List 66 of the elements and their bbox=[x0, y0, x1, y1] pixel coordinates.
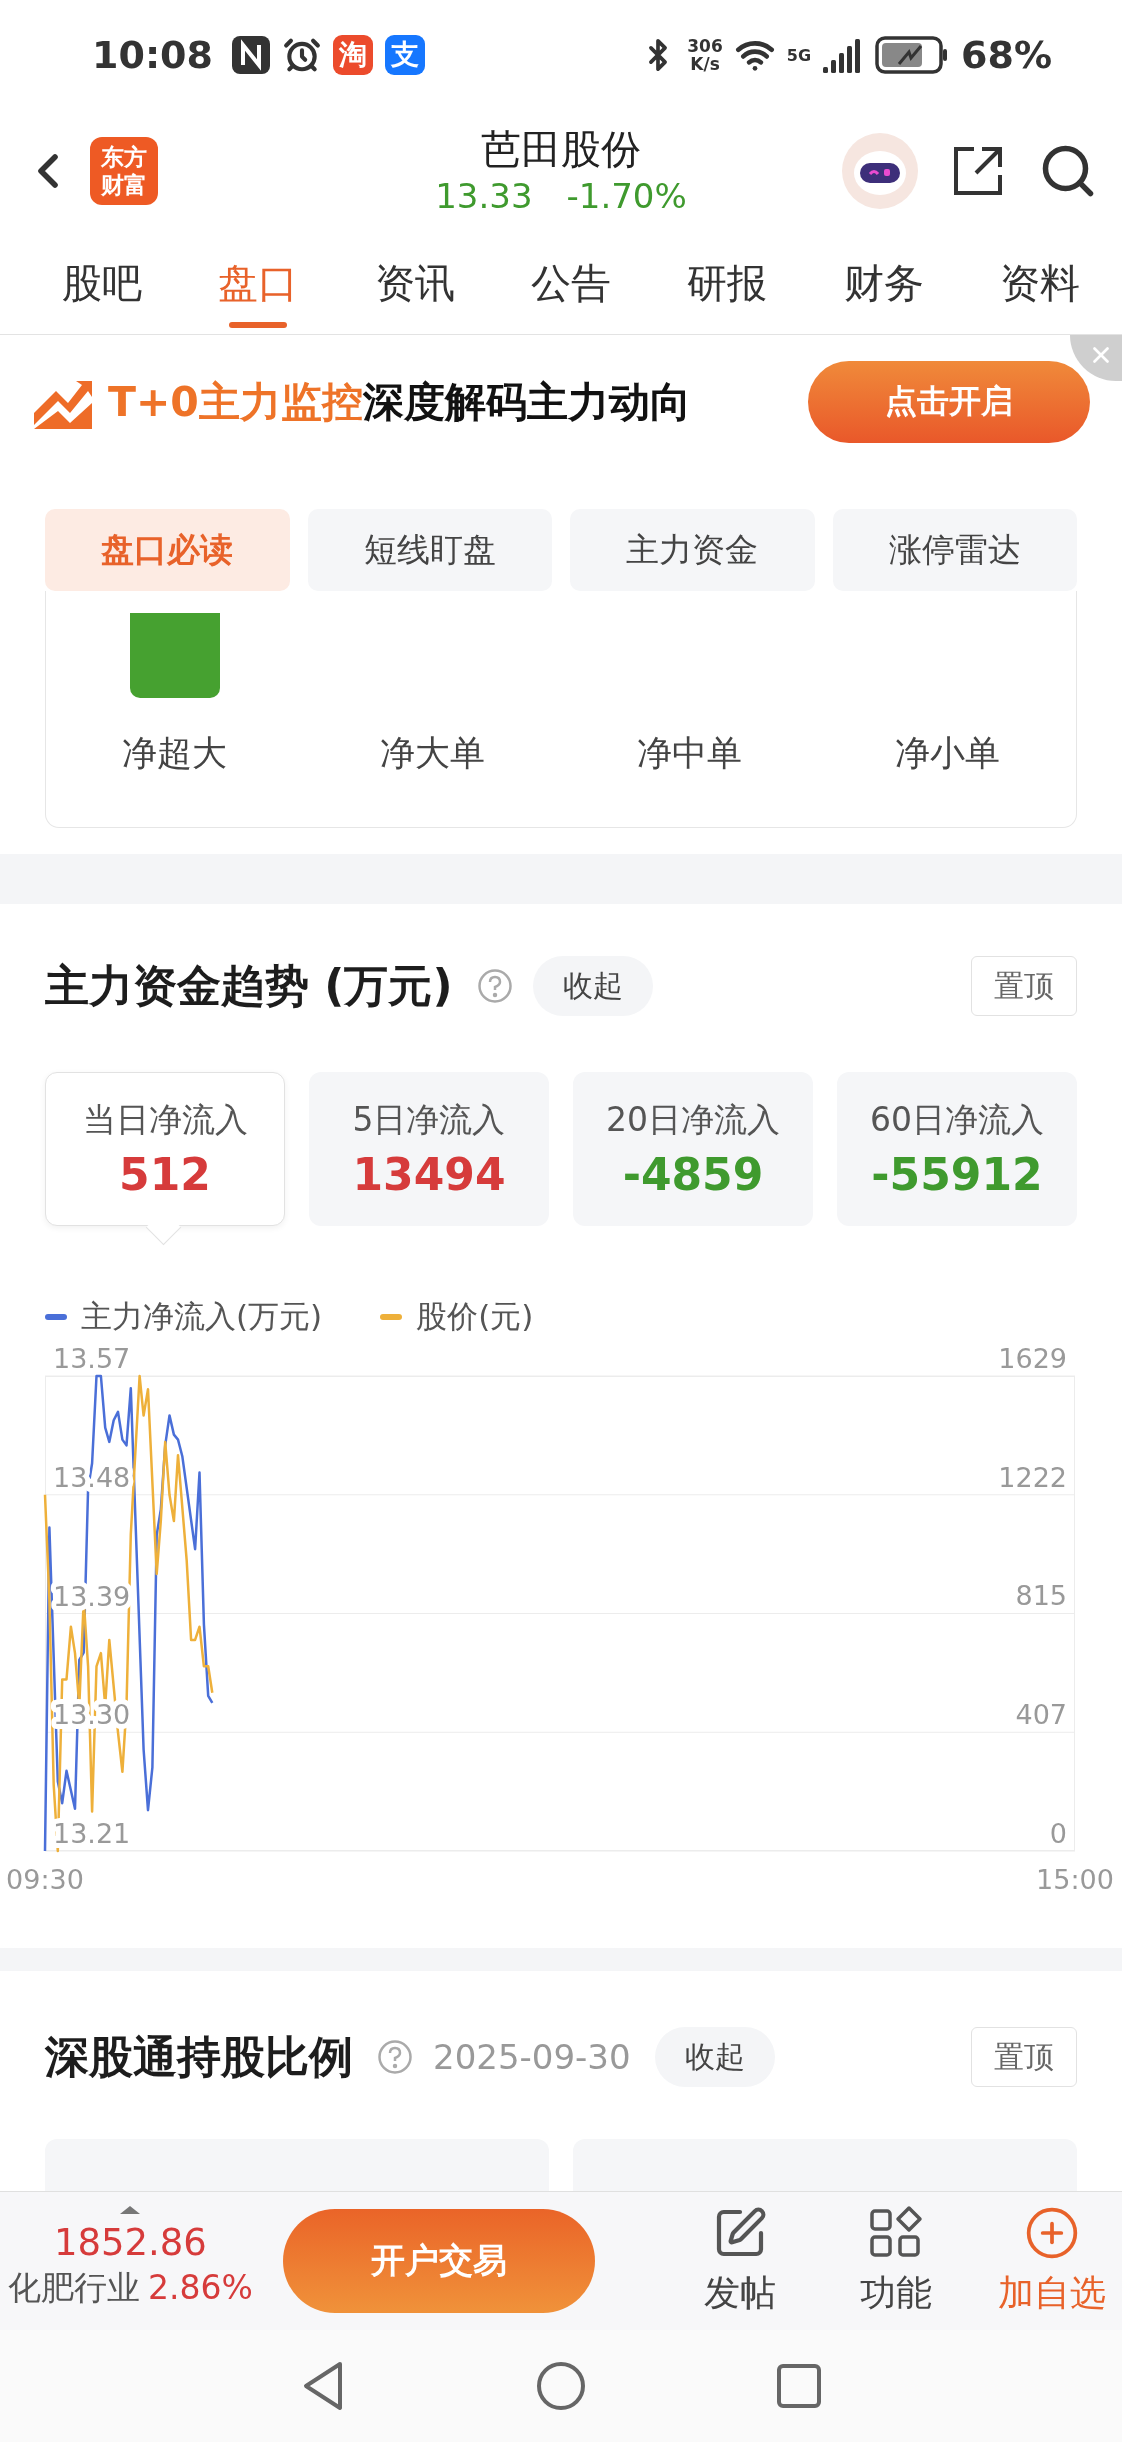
app-logo: 东方财富 bbox=[90, 137, 158, 205]
expand-icon[interactable] bbox=[120, 2206, 141, 2214]
industry-change: 2.86% bbox=[148, 2267, 253, 2309]
legend-item: 主力净流入(万元) bbox=[45, 1296, 323, 1338]
stock-price: 13.33 bbox=[435, 175, 533, 218]
collapse-button[interactable]: 收起 bbox=[654, 2027, 775, 2087]
legend-item: 股价(元) bbox=[380, 1296, 534, 1338]
stat-label: 5日净流入 bbox=[352, 1099, 506, 1141]
toolbar-button[interactable]: 发帖 bbox=[684, 2204, 796, 2318]
stat-card[interactable]: 当日净流入 512 bbox=[45, 1072, 285, 1226]
index-value: 1852.86 bbox=[53, 2220, 207, 2266]
stat-label: 20日净流入 bbox=[606, 1099, 780, 1141]
network-speed: 306 K/s bbox=[687, 37, 723, 73]
app-icon: 淘 bbox=[332, 35, 373, 75]
nav-tab[interactable]: 财务 bbox=[843, 232, 924, 334]
flow-label: 净超大 bbox=[122, 732, 228, 775]
nav-tab[interactable]: 公告 bbox=[531, 232, 611, 334]
battery-level: 68% bbox=[961, 33, 1052, 77]
axis-label: 1222 bbox=[998, 1461, 1067, 1493]
stat-card[interactable]: 20日净流入 -4859 bbox=[573, 1072, 813, 1226]
axis-label: 13.57 bbox=[53, 1346, 131, 1374]
section-title: 主力资金趋势 (万元) bbox=[45, 958, 453, 1013]
axis-label: 09:30 bbox=[6, 1864, 84, 1895]
stat-value: 13494 bbox=[352, 1149, 506, 1200]
status-time: 10:08 bbox=[92, 33, 213, 77]
axis-label: 0 bbox=[1049, 1818, 1067, 1849]
axis-label: 407 bbox=[1015, 1699, 1067, 1731]
nav-tab[interactable]: 资讯 bbox=[374, 232, 455, 334]
price-change: -1.70% bbox=[566, 175, 687, 218]
robot-avatar-icon[interactable] bbox=[842, 133, 918, 209]
stat-value: -4859 bbox=[622, 1149, 764, 1200]
battery-icon bbox=[875, 36, 950, 74]
industry-name: 化肥行业 bbox=[8, 2267, 140, 2309]
flow-label: 净大单 bbox=[379, 732, 485, 775]
pin-button[interactable]: 置顶 bbox=[971, 956, 1077, 1016]
nav-tab[interactable]: 资料 bbox=[999, 232, 1080, 334]
data-date: 2025-09-30 bbox=[433, 2037, 631, 2077]
nav-tab[interactable]: 研报 bbox=[687, 232, 768, 334]
axis-label: 15:00 bbox=[1036, 1864, 1114, 1895]
nav-tab[interactable]: 股吧 bbox=[62, 232, 142, 334]
section-title: 深股通持股比例 bbox=[45, 2029, 353, 2084]
flow-label: 净小单 bbox=[894, 732, 1000, 775]
app-icon: 支 bbox=[384, 35, 425, 75]
flow-label: 净中单 bbox=[637, 732, 743, 775]
stat-value: 512 bbox=[119, 1149, 211, 1200]
axis-label: 815 bbox=[1015, 1580, 1067, 1612]
alarm-icon bbox=[282, 36, 321, 74]
network-type: 5G bbox=[786, 45, 812, 65]
stat-label: 60日净流入 bbox=[870, 1099, 1044, 1141]
stat-value: -55912 bbox=[871, 1149, 1043, 1200]
collapse-button[interactable]: 收起 bbox=[532, 956, 653, 1016]
nfc-icon bbox=[230, 35, 271, 75]
recents-nav-button[interactable] bbox=[776, 2363, 822, 2409]
home-nav-button[interactable] bbox=[536, 2361, 586, 2411]
pin-button[interactable]: 置顶 bbox=[971, 2027, 1077, 2087]
segment-tab[interactable]: 主力资金 bbox=[570, 509, 815, 591]
stat-card[interactable]: 5日净流入 13494 bbox=[309, 1072, 549, 1226]
stock-name: 芭田股份 bbox=[481, 125, 641, 174]
segment-tab[interactable]: 短线盯盘 bbox=[307, 509, 552, 591]
close-button[interactable] bbox=[1070, 335, 1122, 381]
segment-tab[interactable]: 涨停雷达 bbox=[832, 509, 1077, 591]
promo-text: T+0主力监控深度解码主力动向 bbox=[108, 376, 691, 428]
toolbar-button[interactable]: 功能 bbox=[840, 2204, 952, 2318]
stat-label: 当日净流入 bbox=[82, 1099, 248, 1141]
axis-label: 1629 bbox=[998, 1346, 1067, 1374]
stat-card[interactable]: 60日净流入 -55912 bbox=[837, 1072, 1077, 1226]
